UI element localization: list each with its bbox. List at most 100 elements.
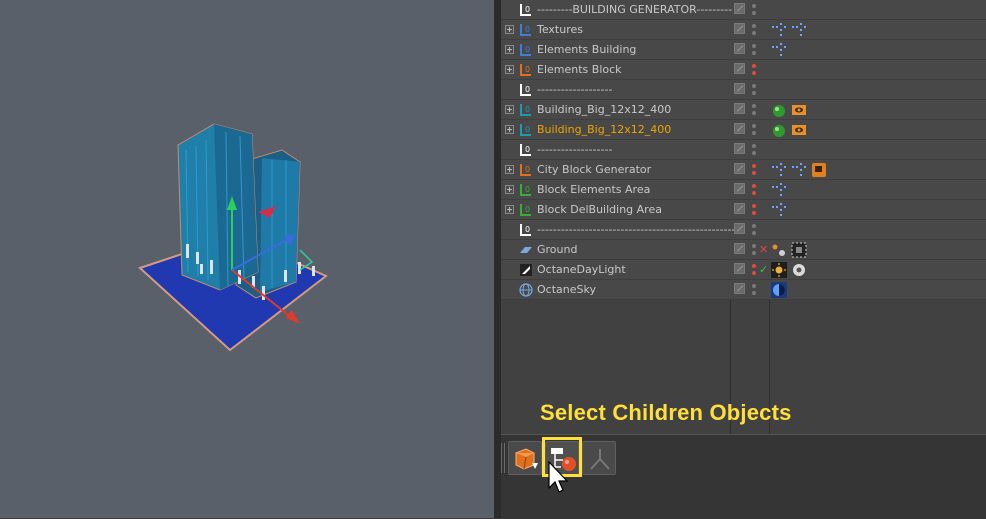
object-name[interactable]: City Block Generator	[537, 163, 651, 176]
layer-toggle-icon[interactable]	[734, 163, 745, 174]
visibility-dots[interactable]	[751, 122, 757, 138]
layer-toggle-icon[interactable]	[734, 203, 745, 214]
object-name[interactable]: Ground	[537, 243, 577, 256]
object-row[interactable]: 0 Block Elements Area	[501, 180, 986, 200]
visibility-dots[interactable]	[751, 142, 757, 158]
cloner-tag-icon[interactable]	[791, 22, 807, 38]
object-name[interactable]: ----------------------------------------…	[537, 223, 735, 236]
cloner-tag-icon[interactable]	[771, 22, 787, 38]
phong-tag-icon[interactable]	[771, 122, 787, 138]
visibility-dots[interactable]	[751, 82, 757, 98]
visibility-dots[interactable]	[751, 2, 757, 18]
object-row[interactable]: 0 Building_Big_12x12_400	[501, 100, 986, 120]
3d-viewport[interactable]	[0, 0, 494, 518]
expand-toggle[interactable]	[505, 45, 514, 54]
object-name[interactable]: Elements Building	[537, 43, 636, 56]
expand-toggle[interactable]	[505, 205, 514, 214]
layer-toggle-icon[interactable]	[734, 83, 745, 94]
display-tag-icon[interactable]	[791, 102, 807, 118]
visibility-dots[interactable]	[751, 62, 757, 78]
script-tag-icon[interactable]	[811, 162, 827, 178]
sun-tag-icon[interactable]	[771, 262, 787, 278]
cloner-tag-icon[interactable]	[771, 202, 787, 218]
layer-toggle-icon[interactable]	[734, 143, 745, 154]
svg-text:0: 0	[525, 105, 530, 114]
visibility-dots[interactable]	[751, 162, 757, 178]
disabled-x-icon[interactable]: ✕	[759, 243, 768, 256]
object-name[interactable]: Elements Block	[537, 63, 622, 76]
layer-toggle-icon[interactable]	[734, 223, 745, 234]
layer-toggle-icon[interactable]	[734, 3, 745, 14]
object-row[interactable]: 0 -------------------	[501, 80, 986, 100]
visibility-dots[interactable]	[751, 102, 757, 118]
null-object-icon: 0	[519, 223, 533, 237]
object-row[interactable]: 0 Building_Big_12x12_400	[501, 120, 986, 140]
null-object-icon: 0	[519, 103, 533, 117]
display-tag-icon[interactable]	[791, 122, 807, 138]
svg-text:0: 0	[525, 25, 530, 34]
expand-toggle[interactable]	[505, 185, 514, 194]
toolbar-grip[interactable]	[501, 443, 507, 473]
visibility-dots[interactable]	[751, 42, 757, 58]
cloner-tag-icon[interactable]	[771, 162, 787, 178]
svg-text:0: 0	[525, 65, 530, 74]
gear-tag-icon[interactable]	[791, 262, 807, 278]
object-name[interactable]: Block Elements Area	[537, 183, 650, 196]
visibility-dots[interactable]	[751, 182, 757, 198]
object-row[interactable]: Ground ✕	[501, 240, 986, 260]
cloner-tag-icon[interactable]	[791, 162, 807, 178]
expand-toggle[interactable]	[505, 165, 514, 174]
visibility-dots[interactable]	[751, 22, 757, 38]
panel-separator[interactable]	[494, 0, 501, 518]
object-name[interactable]: ---------BUILDING GENERATOR---------	[537, 3, 732, 16]
select-objects-button[interactable]	[508, 441, 542, 475]
sky-tag-icon[interactable]	[771, 282, 787, 298]
object-row[interactable]: 0 Textures	[501, 20, 986, 40]
layer-toggle-icon[interactable]	[734, 23, 745, 34]
expand-toggle[interactable]	[505, 25, 514, 34]
object-row[interactable]: OctaneDayLight ✓	[501, 260, 986, 280]
object-name[interactable]: -------------------	[537, 83, 612, 96]
object-row[interactable]: 0 Elements Block	[501, 60, 986, 80]
layer-toggle-icon[interactable]	[734, 263, 745, 274]
checker-tag-icon[interactable]	[791, 242, 807, 258]
layer-toggle-icon[interactable]	[734, 63, 745, 74]
expand-toggle[interactable]	[505, 65, 514, 74]
object-name[interactable]: OctaneDayLight	[537, 263, 626, 276]
visibility-dots[interactable]	[751, 202, 757, 218]
visibility-dots[interactable]	[751, 262, 757, 278]
layer-toggle-icon[interactable]	[734, 243, 745, 254]
expand-toggle[interactable]	[505, 125, 514, 134]
visibility-dots[interactable]	[751, 222, 757, 238]
sky-icon	[519, 283, 533, 297]
cloner-tag-icon[interactable]	[771, 42, 787, 58]
material-tag-icon[interactable]	[771, 242, 787, 258]
object-row[interactable]: 0 -------------------	[501, 140, 986, 160]
object-row[interactable]: 0 Block DelBuilding Area	[501, 200, 986, 220]
object-row[interactable]: 0 ---------BUILDING GENERATOR---------	[501, 0, 986, 20]
visibility-dots[interactable]	[751, 242, 757, 258]
object-name[interactable]: Block DelBuilding Area	[537, 203, 662, 216]
select-hierarchy-button[interactable]	[582, 441, 616, 475]
layer-toggle-icon[interactable]	[734, 183, 745, 194]
object-row[interactable]: 0 City Block Generator	[501, 160, 986, 180]
object-row[interactable]: 0 Elements Building	[501, 40, 986, 60]
layer-toggle-icon[interactable]	[734, 43, 745, 54]
object-name[interactable]: OctaneSky	[537, 283, 596, 296]
object-row[interactable]: 0 ---------------------------------------…	[501, 220, 986, 240]
mouse-cursor-icon	[548, 461, 569, 493]
object-row[interactable]: OctaneSky	[501, 280, 986, 300]
visibility-dots[interactable]	[751, 282, 757, 298]
object-name[interactable]: Building_Big_12x12_400	[537, 103, 671, 116]
object-name[interactable]: -------------------	[537, 143, 612, 156]
layer-toggle-icon[interactable]	[734, 283, 745, 294]
layer-toggle-icon[interactable]	[734, 123, 745, 134]
object-name[interactable]: Textures	[537, 23, 583, 36]
phong-tag-icon[interactable]	[771, 102, 787, 118]
object-name[interactable]: Building_Big_12x12_400	[537, 123, 671, 136]
expand-toggle[interactable]	[505, 105, 514, 114]
enabled-check-icon[interactable]: ✓	[759, 263, 768, 276]
cloner-tag-icon[interactable]	[771, 182, 787, 198]
svg-text:0: 0	[525, 165, 530, 174]
layer-toggle-icon[interactable]	[734, 103, 745, 114]
